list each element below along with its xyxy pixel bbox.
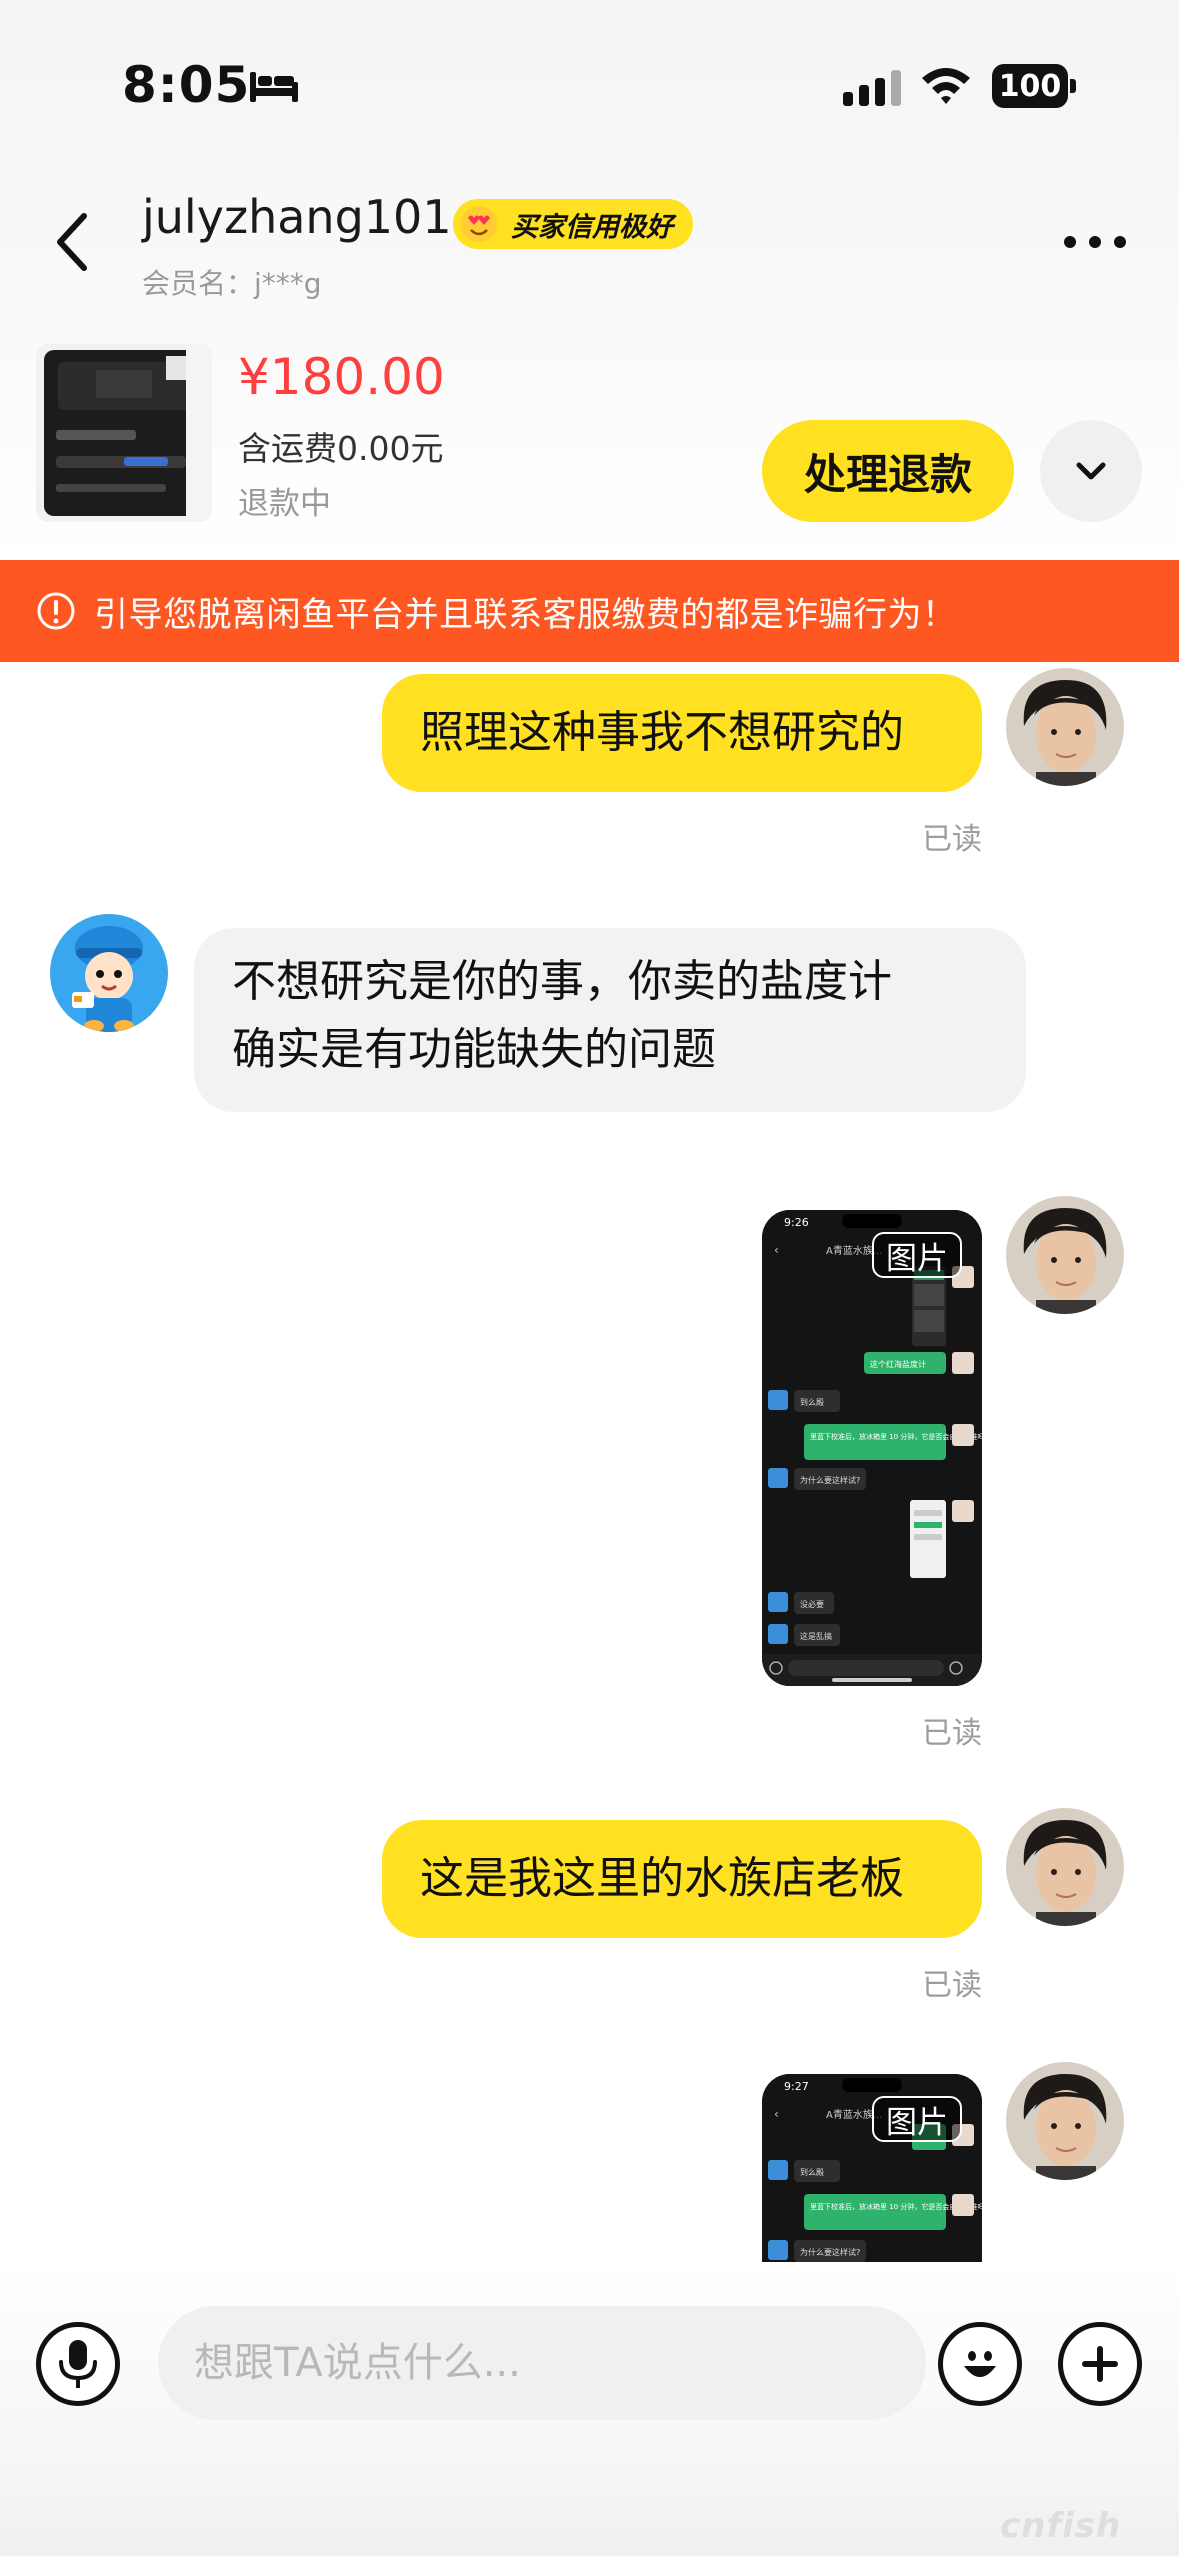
product-thumbnail[interactable]: [36, 344, 212, 522]
image-tag: 图片: [872, 2096, 962, 2142]
more-actions-button[interactable]: [1058, 2322, 1142, 2406]
refractometer-image: [36, 344, 212, 522]
plus-icon: [1082, 2346, 1118, 2382]
screenshot-message: 为什么要这样试?: [800, 2247, 860, 2257]
bed-icon: [250, 72, 298, 102]
more-icon[interactable]: [1062, 228, 1128, 256]
battery-level: 100: [992, 64, 1068, 108]
input-bar: cnfish: [0, 2262, 1179, 2556]
status-time: 8:05: [122, 56, 251, 114]
emoji-icon: [964, 2351, 996, 2377]
read-receipt: 已读: [922, 822, 982, 857]
mic-icon: [59, 2340, 97, 2388]
heart-eyes-emoji-icon: [461, 206, 497, 242]
message-bubble[interactable]: 不想研究是你的事，你卖的盐度计 确实是有功能缺失的问题: [194, 928, 1026, 1112]
status-bar: 8:05 100: [0, 0, 1179, 150]
message-bubble[interactable]: 照理这种事我不想研究的: [382, 674, 982, 792]
image-message[interactable]: 9:26 ‹ A青蓝水族... 这个红海盐度计 到么殿 里蓝下校准后，放冰箱里 …: [762, 1210, 982, 1686]
read-receipt: 已读: [922, 1716, 982, 1751]
emoji-button[interactable]: [938, 2322, 1022, 2406]
screenshot-message: 到么殿: [800, 2168, 824, 2177]
chat-partner-name[interactable]: julyzhang101: [142, 190, 452, 244]
shipping-fee: 含运费0.00元: [238, 429, 444, 468]
member-name: 会员名：j***g: [142, 267, 322, 300]
my-avatar[interactable]: [1006, 1196, 1124, 1314]
message-text: 这是我这里的水族店老板: [420, 1853, 904, 1904]
back-icon[interactable]: [52, 210, 92, 274]
credit-badge-label: 买家信用极好: [511, 211, 673, 243]
svg-text:‹: ‹: [774, 1243, 779, 1257]
message-bubble[interactable]: 这是我这里的水族店老板: [382, 1820, 982, 1938]
screenshot-time: 9:26: [784, 1216, 809, 1229]
screenshot-time: 9:27: [784, 2080, 809, 2093]
screenshot-message: 这是乱搞: [800, 1631, 832, 1641]
warning-text: 引导您脱离闲鱼平台并且联系客服缴费的都是诈骗行为！: [94, 594, 957, 635]
chat-screenshot-image: 9:26 ‹ A青蓝水族... 这个红海盐度计 到么殿 里蓝下校准后，放冰箱里 …: [762, 1210, 982, 1686]
message-input[interactable]: [158, 2306, 926, 2420]
watermark: cnfish: [1000, 2506, 1122, 2546]
chat-area[interactable]: 照理这种事我不想研究的 已读 不想研究是你的事，你卖的盐度计 确实是有功能缺失的…: [0, 662, 1179, 2262]
my-avatar[interactable]: [1006, 1808, 1124, 1926]
credit-badge: 买家信用极好: [453, 199, 693, 249]
refund-status: 退款中: [238, 486, 331, 522]
svg-text:‹: ‹: [774, 2107, 779, 2121]
signal-icon: [843, 70, 901, 106]
my-avatar[interactable]: [1006, 668, 1124, 786]
screenshot-message: 到么殿: [800, 1398, 824, 1407]
expand-button[interactable]: [1040, 420, 1142, 522]
image-tag: 图片: [872, 1232, 962, 1278]
message-text: 照理这种事我不想研究的: [420, 707, 904, 758]
message-text-line: 确实是有功能缺失的问题: [232, 1024, 716, 1075]
my-avatar[interactable]: [1006, 2062, 1124, 2180]
alert-circle-icon: [37, 592, 75, 630]
screenshot-message: 没必要: [800, 1599, 824, 1609]
product-price: ¥180.00: [238, 348, 445, 406]
chevron-down-icon: [1076, 462, 1106, 480]
wifi-icon: [922, 68, 970, 104]
message-text-line: 不想研究是你的事，你卖的盐度计: [232, 956, 892, 1007]
screenshot-message: 为什么要这样试?: [800, 1475, 860, 1485]
screenshot-message: 这个红海盐度计: [870, 1359, 926, 1369]
process-refund-button[interactable]: 处理退款: [762, 420, 1014, 522]
battery-icon: 100: [992, 64, 1076, 108]
fraud-warning-banner: 引导您脱离闲鱼平台并且联系客服缴费的都是诈骗行为！: [0, 560, 1179, 662]
partner-avatar[interactable]: [50, 914, 168, 1032]
image-message[interactable]: 9:27 ‹ A青蓝水族... 到么殿 里蓝下校准后，放冰箱里 10 分钟，它是…: [762, 2074, 982, 2262]
voice-button[interactable]: [36, 2322, 120, 2406]
read-receipt: 已读: [922, 1968, 982, 2003]
